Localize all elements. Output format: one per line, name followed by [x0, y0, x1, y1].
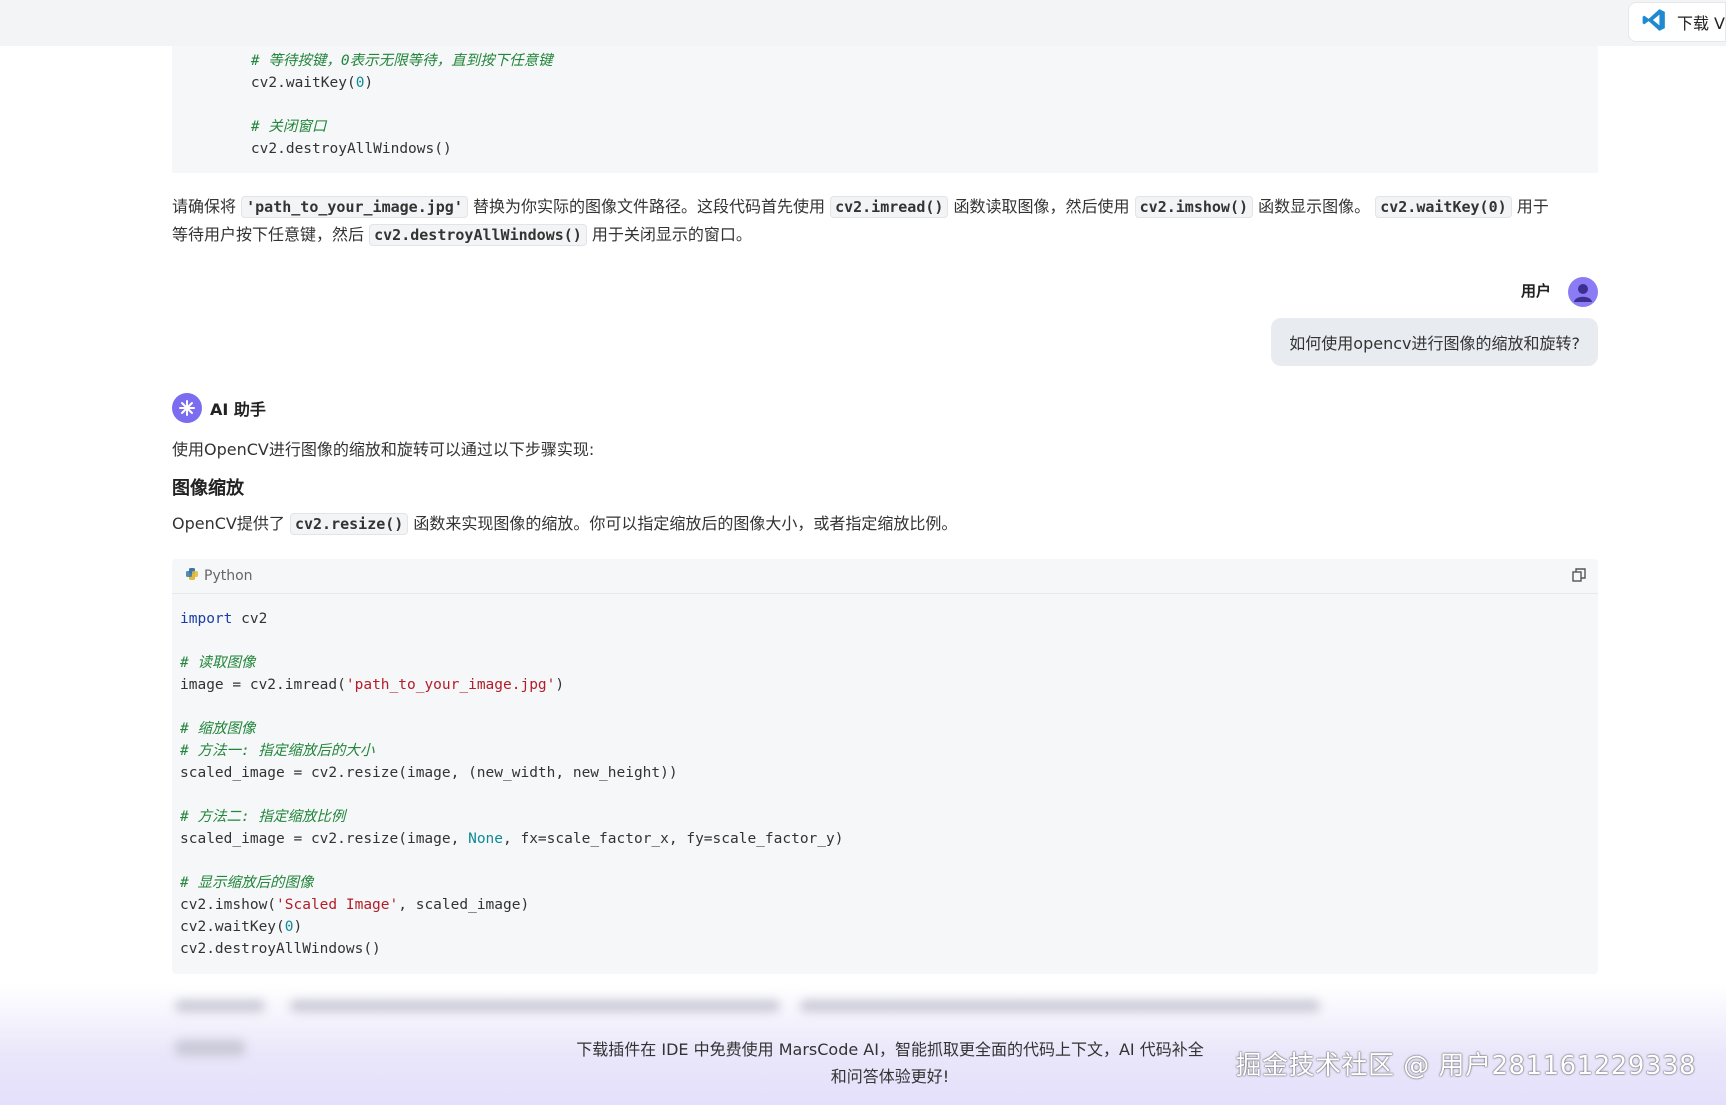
code-token: cv2.waitKey(: [216, 75, 356, 91]
code-token: scaled_image = cv2.resize(image,: [180, 831, 469, 847]
language-label: Python: [204, 568, 253, 584]
code-token: import: [180, 611, 233, 627]
code-block-header: Python: [172, 559, 1598, 594]
resize-paragraph: OpenCV提供了 cv2.resize() 函数来实现图像的缩放。你可以指定缩…: [172, 510, 957, 538]
code-token: image = cv2.imread(: [180, 677, 346, 693]
user-avatar-icon: [1568, 277, 1598, 307]
assistant-label: AI 助手: [210, 400, 266, 419]
code-token: # 等待按键，0表示无限等待，直到按下任意键: [250, 53, 553, 69]
blurred-text: [290, 1000, 780, 1012]
text-span: 替换为你实际的图像文件路径。这段代码首先使用: [472, 197, 825, 216]
text-span: 函数读取图像，然后使用: [953, 197, 1130, 216]
blurred-text: [175, 1040, 245, 1056]
ai-assistant-icon: [172, 393, 202, 423]
user-message-bubble: 如何使用opencv进行图像的缩放和旋转?: [1271, 318, 1598, 366]
code-token: cv2.imshow(: [180, 897, 277, 913]
text-span: 用于: [1516, 197, 1549, 216]
top-bar: [0, 0, 1726, 46]
code-token: # 显示缩放后的图像: [180, 875, 314, 891]
text-span: 函数显示图像。: [1258, 197, 1371, 216]
user-label: 用户: [1520, 282, 1551, 300]
download-button[interactable]: 下载 V: [1627, 2, 1726, 42]
inline-code: cv2.imshow(): [1134, 196, 1254, 218]
text-span: 函数来实现图像的缩放。你可以指定缩放后的图像大小，或者指定缩放比例。: [413, 514, 958, 533]
code-content: import cv2 # 读取图像 image = cv2.imread('pa…: [172, 594, 1598, 960]
code-token: ): [555, 677, 565, 693]
blurred-text: [800, 1000, 1320, 1012]
code-token: # 方法二: 指定缩放比例: [180, 809, 346, 825]
code-token: cv2: [232, 611, 268, 627]
blurred-text: [175, 1000, 265, 1012]
vscode-icon: [1641, 7, 1667, 37]
code-block-python: Python import cv2 # 读取图像 image = cv2.imr…: [172, 559, 1598, 974]
assistant-header: AI 助手: [172, 393, 266, 423]
code-token: # 关闭窗口: [250, 119, 327, 135]
code-token: # 方法一: 指定缩放后的大小: [180, 743, 375, 759]
code-block-previous: # 等待按键，0表示无限等待，直到按下任意键 cv2.waitKey(0) # …: [172, 46, 1598, 173]
code-token: # 缩放图像: [180, 721, 256, 737]
code-token: ): [293, 919, 303, 935]
text-span: 用于关闭显示的窗口。: [591, 225, 752, 244]
code-token: None: [468, 831, 504, 847]
assistant-intro: 使用OpenCV进行图像的缩放和旋转可以通过以下步骤实现:: [172, 440, 595, 459]
code-token: # 读取图像: [180, 655, 256, 671]
section-heading: 图像缩放: [172, 478, 244, 499]
inline-code: cv2.waitKey(0): [1375, 196, 1512, 218]
promo-line-2: 和问答体验更好!: [830, 1067, 950, 1086]
code-token: scaled_image = cv2.resize(image, (new_wi…: [180, 765, 678, 781]
code-content: # 等待按键，0表示无限等待，直到按下任意键 cv2.waitKey(0) # …: [216, 50, 1598, 160]
promo-line-1: 下载插件在 IDE 中免费使用 MarsCode AI，智能抓取更全面的代码上下…: [576, 1040, 1204, 1059]
code-token: 'path_to_your_image.jpg': [345, 677, 556, 693]
code-token: , fx=scale_factor_x, fy=scale_factor_y): [503, 831, 844, 847]
inline-code: cv2.destroyAllWindows(): [369, 224, 587, 246]
explanation-paragraph: 请确保将 'path_to_your_image.jpg' 替换为你实际的图像文…: [172, 193, 1592, 249]
inline-code: 'path_to_your_image.jpg': [241, 196, 468, 218]
watermark: 掘金技术社区 @ 用户281161229338: [1235, 1051, 1696, 1081]
code-token: 'Scaled Image': [276, 897, 399, 913]
inline-code: cv2.imread(): [830, 196, 949, 218]
code-token: , scaled_image): [398, 897, 530, 913]
code-token: 0: [284, 919, 294, 935]
text-span: 等待用户按下任意键，然后: [172, 225, 365, 244]
code-token: cv2.waitKey(: [180, 919, 285, 935]
code-token: ): [364, 75, 374, 91]
code-token: cv2.destroyAllWindows(): [180, 941, 381, 957]
copy-icon[interactable]: [1572, 568, 1586, 586]
text-span: 请确保将: [172, 197, 237, 216]
download-label: 下载 V: [1676, 14, 1725, 33]
inline-code: cv2.resize(): [289, 513, 409, 535]
python-icon: [186, 568, 198, 584]
text-span: OpenCV提供了: [172, 514, 285, 533]
code-token: cv2.destroyAllWindows(): [216, 141, 452, 157]
